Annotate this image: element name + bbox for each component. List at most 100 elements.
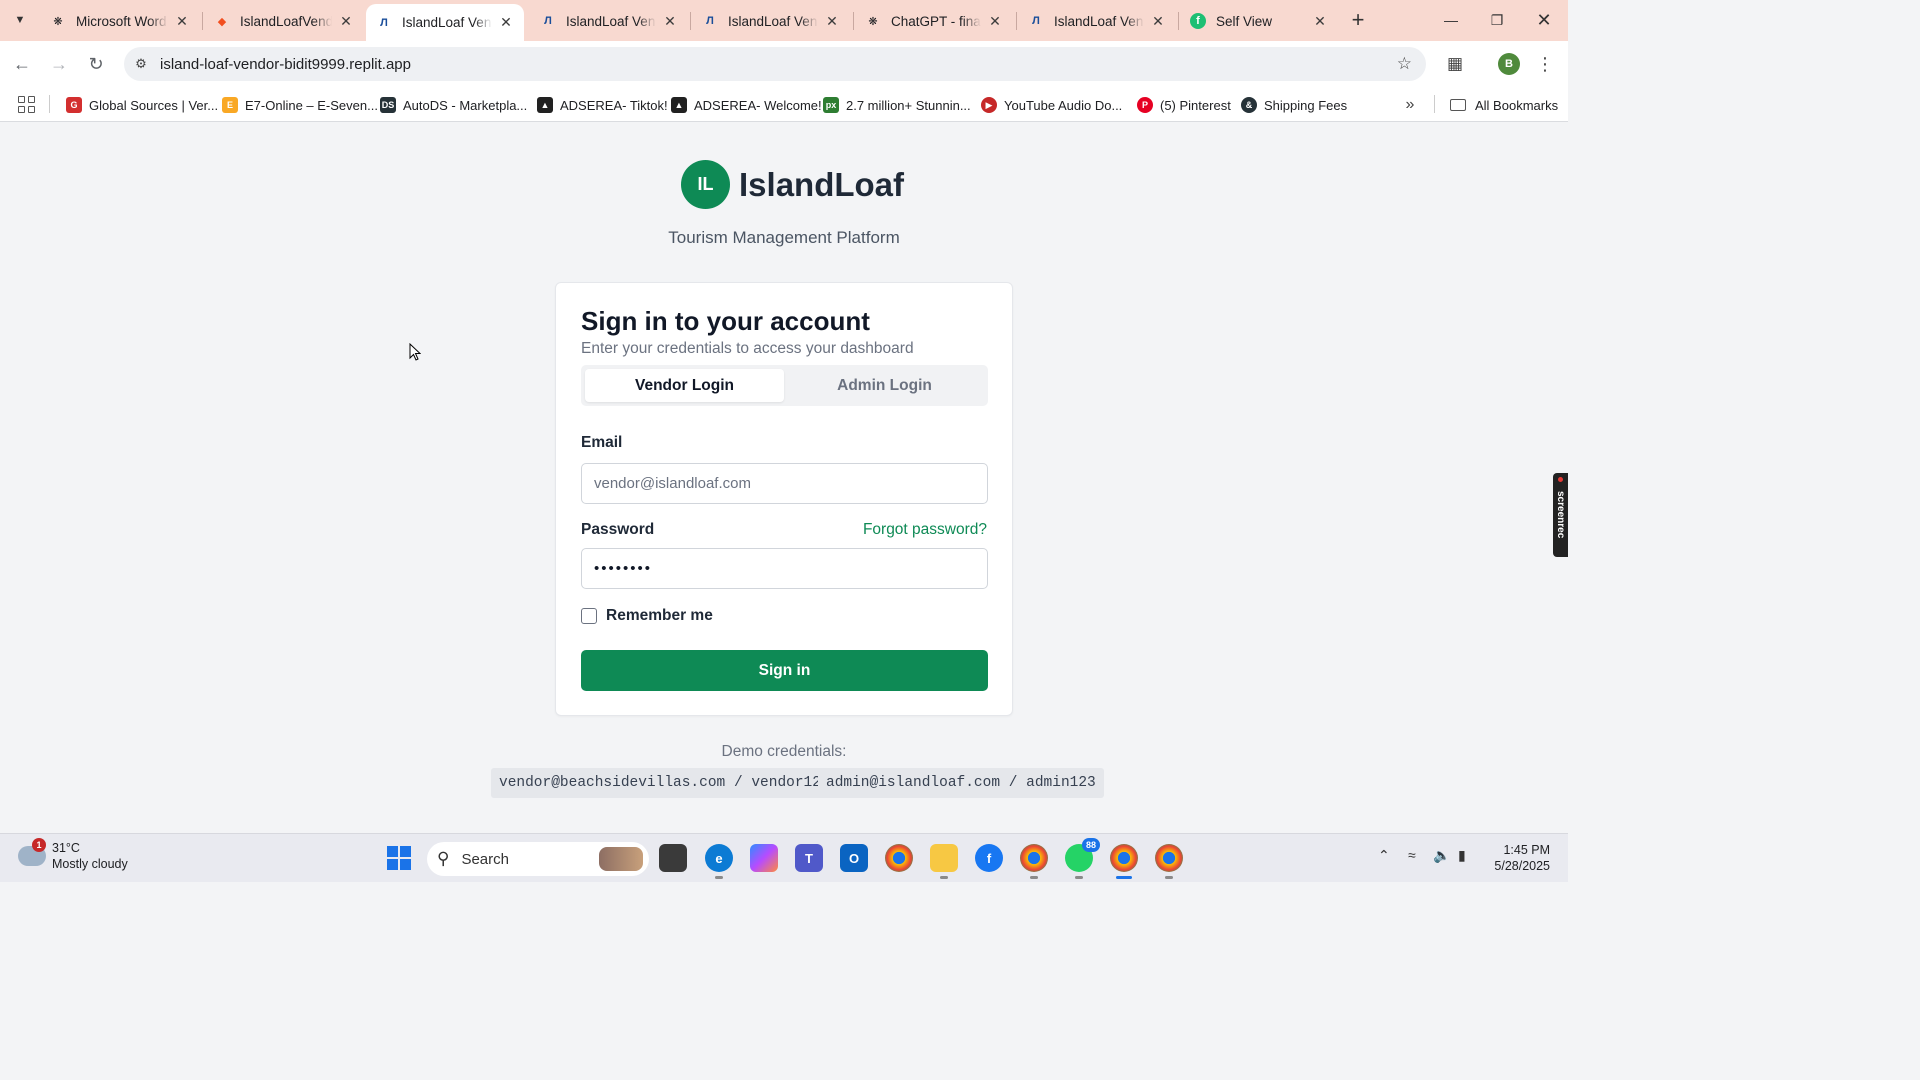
- pexels-icon: px: [823, 97, 839, 113]
- forgot-password-link[interactable]: Forgot password?: [863, 521, 987, 539]
- bookmark-label: AutoDS - Marketpla...: [403, 97, 528, 113]
- bookmark-item[interactable]: ▲ ADSEREA- Tiktok!: [537, 93, 668, 117]
- browser-tab[interactable]: f Self View ✕: [1180, 4, 1338, 38]
- pinterest-icon: P: [1137, 97, 1153, 113]
- password-label: Password: [581, 521, 655, 538]
- close-tab-icon[interactable]: ✕: [498, 14, 514, 31]
- new-tab-button[interactable]: +: [1346, 7, 1370, 32]
- taskbar-clock[interactable]: 1:45 PM 5/28/2025: [1488, 842, 1550, 874]
- logo-badge: IL: [681, 160, 730, 209]
- chrome-profile-icon[interactable]: [1020, 844, 1048, 872]
- weather-widget[interactable]: 1 31°C Mostly cloudy: [18, 838, 128, 872]
- tab-title: ChatGPT - final i: [891, 13, 981, 29]
- tab-search-chevron-icon[interactable]: ▼: [6, 6, 34, 34]
- bookmark-item[interactable]: G Global Sources | Ver...: [66, 93, 218, 117]
- bookmark-item[interactable]: & Shipping Fees: [1241, 93, 1347, 117]
- autods-icon: DS: [380, 97, 396, 113]
- search-icon: ⚲: [437, 849, 450, 868]
- extensions-icon[interactable]: ▦: [1441, 50, 1469, 78]
- close-tab-icon[interactable]: ✕: [662, 13, 678, 29]
- url-text[interactable]: island-loaf-vendor-bidit9999.replit.app: [160, 56, 411, 73]
- close-tab-icon[interactable]: ✕: [1312, 13, 1328, 29]
- close-tab-icon[interactable]: ✕: [824, 13, 840, 29]
- battery-icon[interactable]: ▮: [1458, 847, 1466, 864]
- profile-avatar[interactable]: B: [1498, 53, 1520, 75]
- bookmark-star-icon[interactable]: ☆: [1397, 54, 1412, 74]
- close-tab-icon[interactable]: ✕: [338, 13, 354, 29]
- close-tab-icon[interactable]: ✕: [1150, 13, 1166, 29]
- whatsapp-count: 88: [1082, 838, 1100, 852]
- remember-me-checkbox[interactable]: [581, 608, 597, 624]
- sign-in-button[interactable]: Sign in: [581, 650, 988, 691]
- search-highlight-art: [599, 847, 643, 871]
- mouse-cursor-icon: [409, 342, 422, 366]
- apps-grid-icon[interactable]: [16, 94, 36, 114]
- restore-icon[interactable]: ❐: [1482, 6, 1512, 34]
- chrome-icon[interactable]: [885, 844, 913, 872]
- bookmark-label: ADSEREA- Welcome!: [694, 97, 822, 113]
- volume-icon[interactable]: 🔈: [1433, 847, 1450, 864]
- wifi-icon[interactable]: ≈: [1408, 847, 1416, 863]
- openai-icon: ❋: [868, 15, 878, 28]
- browser-tab[interactable]: Л IslandLoaf Vend ✕: [1018, 4, 1176, 38]
- card-subtitle: Enter your credentials to access your da…: [581, 340, 914, 357]
- all-bookmarks-button[interactable]: All Bookmarks: [1450, 93, 1558, 117]
- demo-admin-credentials: admin@islandloaf.com / admin123: [818, 768, 1104, 798]
- taskbar-search[interactable]: ⚲ Search: [427, 842, 649, 876]
- remember-me-label[interactable]: Remember me: [606, 607, 713, 625]
- cloud-icon: 1: [18, 838, 46, 866]
- facebook-icon[interactable]: f: [975, 844, 1003, 872]
- chrome-active-icon[interactable]: [1110, 844, 1138, 872]
- tab-vendor-login[interactable]: Vendor Login: [585, 369, 784, 402]
- bookmark-label: E7-Online – E-Seven...: [245, 97, 378, 113]
- browser-tab[interactable]: ❋ Microsoft Word ( ✕: [40, 4, 200, 38]
- reload-icon[interactable]: ↻: [82, 50, 110, 78]
- bookmark-item[interactable]: P (5) Pinterest: [1137, 93, 1231, 117]
- bookmark-item[interactable]: ▶ YouTube Audio Do...: [981, 93, 1122, 117]
- bookmarks-bar: G Global Sources | Ver... E E7-Online – …: [0, 87, 1568, 122]
- teams-icon[interactable]: T: [795, 844, 823, 872]
- file-explorer-icon[interactable]: [930, 844, 958, 872]
- whatsapp-icon[interactable]: 88: [1065, 838, 1100, 872]
- windows-start-icon[interactable]: [387, 846, 411, 870]
- bookmark-label: YouTube Audio Do...: [1004, 97, 1123, 113]
- tab-title: Microsoft Word (: [76, 13, 168, 29]
- bookmark-item[interactable]: E E7-Online – E-Seven...: [222, 93, 378, 117]
- browser-tab[interactable]: Л IslandLoaf Vend ✕: [692, 4, 850, 38]
- chrome-secondary-icon[interactable]: [1155, 844, 1183, 872]
- task-view-icon[interactable]: [659, 844, 687, 872]
- more-bookmarks-icon[interactable]: »: [1400, 93, 1420, 117]
- tab-admin-login[interactable]: Admin Login: [785, 369, 984, 402]
- minimize-icon[interactable]: —: [1436, 6, 1466, 34]
- tab-title: IslandLoafVendo: [240, 13, 332, 29]
- edge-icon[interactable]: e: [705, 844, 733, 872]
- forward-icon[interactable]: →: [45, 50, 73, 78]
- copilot-icon[interactable]: [750, 844, 778, 872]
- password-field[interactable]: [581, 548, 988, 589]
- close-window-icon[interactable]: ✕: [1529, 6, 1559, 34]
- site-info-icon[interactable]: ⚙: [124, 47, 158, 81]
- browser-tab[interactable]: ◆ IslandLoafVendo ✕: [204, 4, 364, 38]
- browser-tab-active[interactable]: Л IslandLoaf Vend ✕: [366, 4, 524, 41]
- close-tab-icon[interactable]: ✕: [987, 13, 1003, 29]
- tray-chevron-icon[interactable]: ⌃: [1378, 847, 1390, 864]
- email-field[interactable]: [581, 463, 988, 504]
- replit-icon: Л: [1032, 15, 1040, 27]
- screenrec-tab[interactable]: screenrec: [1553, 473, 1568, 557]
- demo-credentials-title: Demo credentials:: [721, 743, 847, 760]
- demo-vendor-credentials: vendor@beachsidevillas.com / vendor123: [491, 768, 838, 798]
- browser-tab[interactable]: ❋ ChatGPT - final i ✕: [855, 4, 1013, 38]
- bookmark-label: Shipping Fees: [1264, 97, 1348, 113]
- browser-tab[interactable]: Л IslandLoaf Vend ✕: [530, 4, 688, 38]
- bookmark-item[interactable]: DS AutoDS - Marketpla...: [380, 93, 527, 117]
- bookmark-item[interactable]: ▲ ADSEREA- Welcome!: [671, 93, 822, 117]
- menu-kebab-icon[interactable]: ⋮: [1535, 50, 1555, 78]
- close-tab-icon[interactable]: ✕: [174, 13, 190, 29]
- outlook-icon[interactable]: O: [840, 844, 868, 872]
- back-icon[interactable]: ←: [8, 50, 36, 78]
- figma-icon: ◆: [217, 15, 227, 28]
- address-bar[interactable]: ⚙ island-loaf-vendor-bidit9999.replit.ap…: [124, 47, 1426, 81]
- fiverr-icon: f: [1190, 13, 1206, 29]
- global-sources-icon: G: [66, 97, 82, 113]
- bookmark-item[interactable]: px 2.7 million+ Stunnin...: [823, 93, 971, 117]
